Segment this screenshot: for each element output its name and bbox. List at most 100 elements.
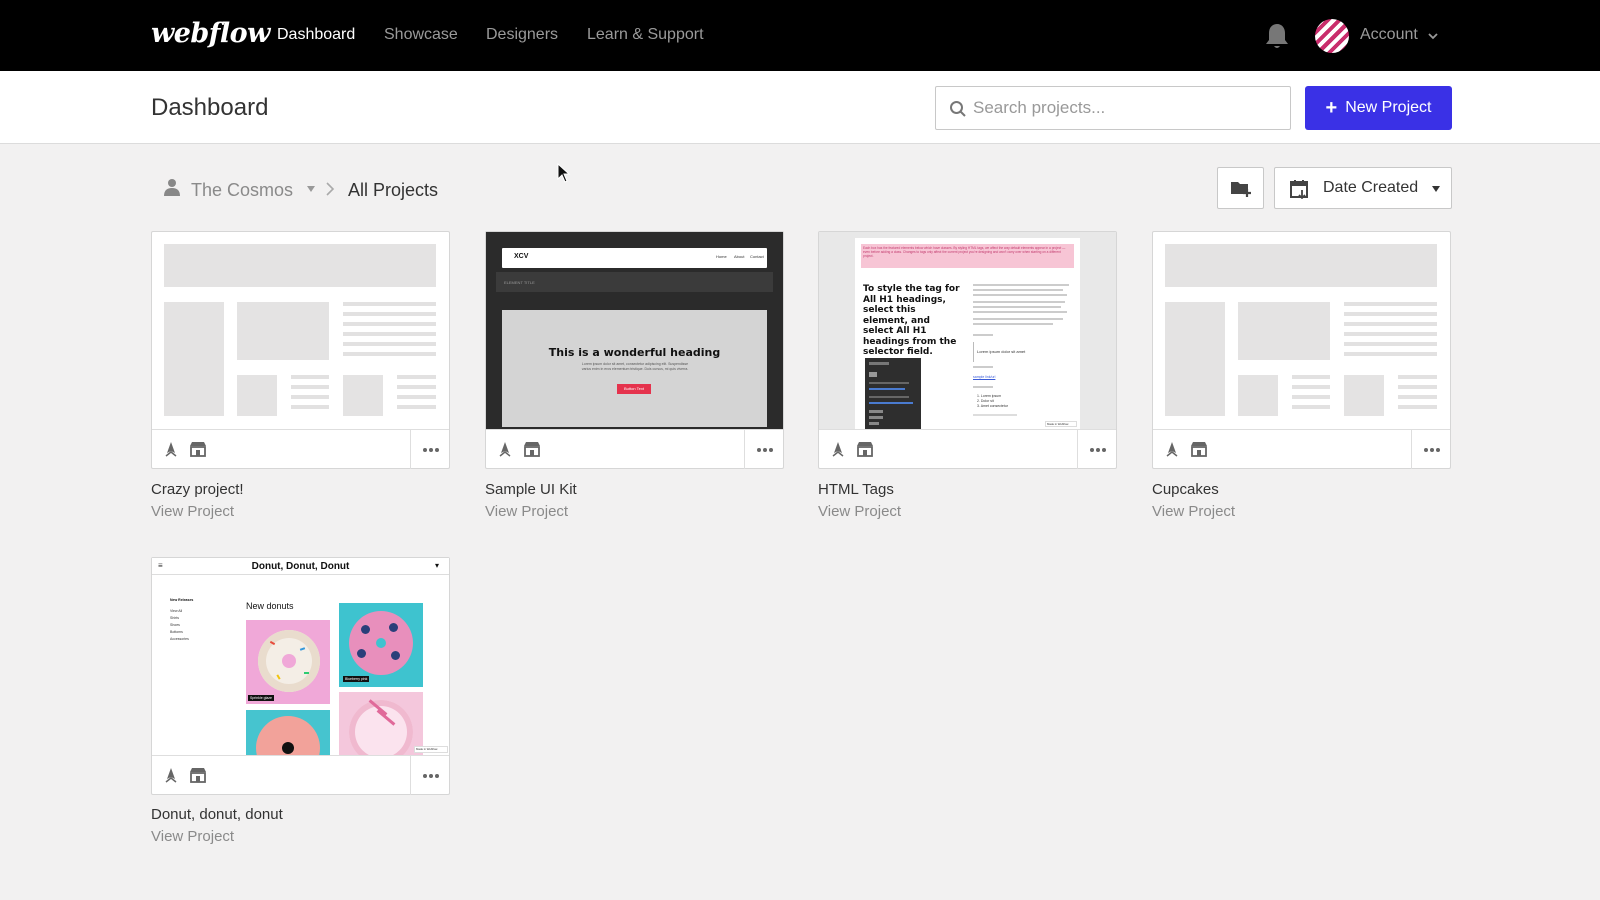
view-project-link[interactable]: View Project xyxy=(1152,503,1235,520)
search-input[interactable] xyxy=(973,87,1283,129)
donut-menu-item: Bottoms xyxy=(170,630,183,634)
card-toolbar xyxy=(152,755,449,795)
view-project-link[interactable]: View Project xyxy=(151,503,234,520)
caret-down-icon[interactable] xyxy=(307,186,315,192)
card-toolbar xyxy=(486,429,783,469)
kit-body-text: Lorem ipsum dolor sit amet, consectetur … xyxy=(581,362,689,371)
dashboard-header: Dashboard + New Project xyxy=(0,71,1600,144)
project-thumbnail-wireframe[interactable] xyxy=(1153,232,1450,429)
kit-brand: XCV xyxy=(514,253,529,260)
chevron-down-icon[interactable] xyxy=(1428,31,1438,41)
add-folder-icon xyxy=(1231,182,1251,197)
plus-icon: + xyxy=(1325,97,1338,119)
caret-down-icon: ▾ xyxy=(435,561,440,570)
new-project-label: New Project xyxy=(1345,99,1432,116)
donut-photo xyxy=(339,692,423,755)
account-avatar[interactable] xyxy=(1315,19,1349,53)
card-toolbar xyxy=(819,429,1116,469)
kit-nav-item: Contact xyxy=(750,254,764,259)
donut-photo xyxy=(246,710,330,755)
publish-rocket-icon[interactable] xyxy=(1164,441,1180,457)
tags-notice: Each box has the featured elements below… xyxy=(861,244,1074,268)
project-title[interactable]: Crazy project! xyxy=(151,481,244,498)
webflow-logo[interactable]: webflow xyxy=(151,18,270,49)
sort-label: Date Created xyxy=(1323,179,1419,196)
view-project-link[interactable]: View Project xyxy=(485,503,568,520)
storefront-icon[interactable] xyxy=(523,441,541,457)
donut-menu-item: Shoes xyxy=(170,623,180,627)
breadcrumb-workspace[interactable]: The Cosmos xyxy=(191,180,293,201)
person-icon xyxy=(164,179,180,196)
project-card[interactable] xyxy=(151,231,450,469)
view-project-link[interactable]: View Project xyxy=(151,828,234,845)
project-thumbnail-ui-kit[interactable]: XCV Home About Contact ELEMENT TITLE Thi… xyxy=(486,232,783,429)
tags-list-item: 2. Dolor sit xyxy=(977,399,994,403)
new-folder-button[interactable] xyxy=(1217,167,1264,209)
donut-site-title: Donut, Donut, Donut xyxy=(251,561,350,572)
kit-button: Button Text xyxy=(617,384,651,394)
storefront-icon[interactable] xyxy=(189,441,207,457)
account-menu[interactable]: Account xyxy=(1360,26,1418,44)
project-title[interactable]: Donut, donut, donut xyxy=(151,806,283,823)
made-in-webflow-badge: Made in Webflow xyxy=(414,746,448,753)
storefront-icon[interactable] xyxy=(856,441,874,457)
kit-section-label: ELEMENT TITLE xyxy=(504,280,535,285)
page-title: Dashboard xyxy=(151,94,269,121)
card-toolbar xyxy=(1153,429,1450,469)
nav-showcase[interactable]: Showcase xyxy=(384,26,458,44)
donut-caption: Sprinkle glaze xyxy=(248,695,274,701)
kit-nav-item: About xyxy=(734,254,745,259)
project-title[interactable]: HTML Tags xyxy=(818,481,894,498)
project-title[interactable]: Sample UI Kit xyxy=(485,481,577,498)
donut-caption: Blueberry pink xyxy=(343,676,370,682)
new-project-button[interactable]: + New Project xyxy=(1305,86,1452,130)
project-card[interactable]: XCV Home About Contact ELEMENT TITLE Thi… xyxy=(485,231,784,469)
tags-list-item: 1. Lorem ipsum xyxy=(977,394,1002,398)
tags-quote: Lorem ipsum dolor sit amet xyxy=(977,349,1026,354)
project-thumbnail-html-tags[interactable]: Each box has the featured elements below… xyxy=(819,232,1116,429)
nav-dashboard[interactable]: Dashboard xyxy=(277,26,355,44)
project-title[interactable]: Cupcakes xyxy=(1152,481,1219,498)
donut-section-heading: New donuts xyxy=(246,601,294,611)
publish-rocket-icon[interactable] xyxy=(163,767,179,783)
nav-learn-support[interactable]: Learn & Support xyxy=(587,26,704,44)
notification-bell-icon[interactable] xyxy=(1264,22,1290,50)
made-in-webflow-badge: Made in Webflow xyxy=(1045,421,1077,427)
more-options-button[interactable] xyxy=(410,430,449,469)
donut-menu-item: New Releases xyxy=(170,598,194,602)
nav-designers[interactable]: Designers xyxy=(486,26,558,44)
donut-menu-item: View All xyxy=(170,609,183,613)
more-options-button[interactable] xyxy=(744,430,783,469)
publish-rocket-icon[interactable] xyxy=(497,441,513,457)
mouse-cursor-icon xyxy=(557,163,571,183)
search-icon xyxy=(950,101,966,117)
publish-rocket-icon[interactable] xyxy=(830,441,846,457)
project-thumbnail-donut[interactable]: ≡ Donut, Donut, Donut ▾ New Releases Vie… xyxy=(152,558,449,755)
tags-heading: To style the tag for All H1 headings, se… xyxy=(863,284,960,357)
donut-menu-item: Shirts xyxy=(170,616,179,620)
search-box[interactable] xyxy=(935,86,1291,130)
view-project-link[interactable]: View Project xyxy=(818,503,901,520)
project-card[interactable]: ≡ Donut, Donut, Donut ▾ New Releases Vie… xyxy=(151,557,450,795)
more-options-button[interactable] xyxy=(1411,430,1450,469)
kit-nav-item: Home xyxy=(716,254,727,259)
donut-photo: Blueberry pink xyxy=(339,603,423,687)
caret-down-icon xyxy=(1432,186,1440,192)
more-options-button[interactable] xyxy=(410,756,449,795)
donut-photo: Sprinkle glaze xyxy=(246,620,330,704)
tags-list-item: 3. Amet consectetur xyxy=(977,404,1008,408)
project-card[interactable] xyxy=(1152,231,1451,469)
project-thumbnail-wireframe[interactable] xyxy=(152,232,449,429)
tags-link: sample link/url xyxy=(973,375,996,379)
more-options-button[interactable] xyxy=(1077,430,1116,469)
storefront-icon[interactable] xyxy=(1190,441,1208,457)
publish-rocket-icon[interactable] xyxy=(163,441,179,457)
card-toolbar xyxy=(152,429,449,469)
storefront-icon[interactable] xyxy=(189,767,207,783)
sort-dropdown[interactable]: Date Created xyxy=(1274,167,1452,209)
kit-heading: This is a wonderful heading xyxy=(548,346,721,359)
breadcrumb-current: All Projects xyxy=(348,180,439,200)
chevron-right-icon xyxy=(326,182,335,196)
project-card[interactable]: Each box has the featured elements below… xyxy=(818,231,1117,469)
top-nav: webflow Dashboard Showcase Designers Lea… xyxy=(0,0,1600,71)
